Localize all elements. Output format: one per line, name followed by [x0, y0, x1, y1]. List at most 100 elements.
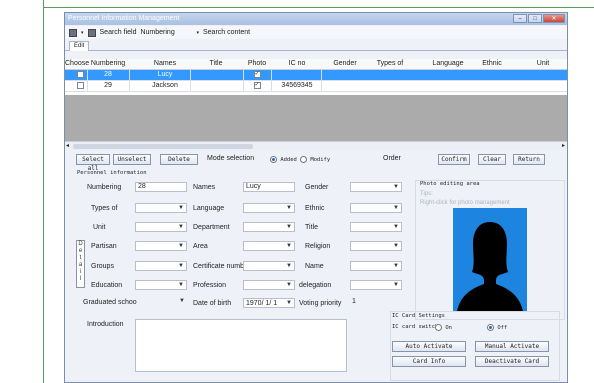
save-icon[interactable] — [87, 28, 96, 37]
photo-checkbox[interactable]: ✓ — [251, 70, 263, 80]
chevron-down-icon: ▼ — [178, 224, 184, 230]
ic-switch-on-radio[interactable]: On — [435, 324, 452, 331]
auto-activate-button[interactable]: Auto Activate — [392, 341, 466, 352]
col-numbering[interactable]: Numbering — [87, 59, 129, 69]
card-info-button[interactable]: Card Info — [392, 356, 466, 367]
tab-edit[interactable]: Edit — [69, 41, 90, 51]
introduction-textarea[interactable] — [135, 319, 347, 372]
manual-activate-button[interactable]: Manual Activate — [475, 341, 549, 352]
chevron-down-icon[interactable]: ▾ — [81, 30, 84, 36]
area-select[interactable]: ▼ — [243, 241, 295, 251]
mode-added-radio[interactable]: Added — [270, 156, 297, 163]
radio-icon[interactable] — [300, 156, 307, 163]
department-label: Department — [193, 224, 230, 231]
col-choose[interactable]: Choose — [65, 59, 89, 69]
col-unit[interactable]: Unit — [523, 59, 563, 69]
photo-area-title: Photo editing area — [420, 181, 480, 187]
horizontal-scrollbar[interactable]: ◂ ▸ — [65, 141, 567, 150]
minimize-button[interactable]: – — [513, 14, 527, 23]
col-names[interactable]: Names — [140, 59, 190, 69]
partisan-label: Partisan — [91, 243, 117, 250]
types-of-select[interactable]: ▼ — [135, 203, 187, 213]
col-ic-no[interactable]: IC no — [277, 59, 317, 69]
return-button[interactable]: Return — [513, 154, 545, 165]
mode-selection-label: Mode selection — [207, 155, 255, 162]
language-select[interactable]: ▼ — [243, 203, 295, 213]
grid-header: Choose Numbering Names Title Photo IC no… — [65, 59, 567, 70]
groups-select[interactable]: ▼ — [135, 261, 187, 271]
photo-tips: Tips: — [420, 191, 433, 197]
chevron-down-icon: ▼ — [286, 300, 292, 306]
search-field-select[interactable]: Numbering — [140, 29, 192, 36]
numbering-field[interactable]: 28 — [135, 182, 187, 192]
unit-select[interactable]: ▼ — [135, 222, 187, 232]
chevron-down-icon: ▼ — [178, 263, 184, 269]
gender-select[interactable]: ▼ — [350, 182, 402, 192]
row-checkbox[interactable] — [73, 70, 87, 80]
certificate-select[interactable]: ▼ — [243, 261, 295, 271]
unselect-button[interactable]: Unselect — [113, 154, 151, 165]
detail-side-tab[interactable]: Detail — [76, 240, 85, 288]
voting-priority-label: Voting priority — [299, 300, 342, 307]
table-row[interactable]: 29 Jackson ✓ 34569345 — [65, 81, 567, 92]
close-button[interactable]: ✕ — [543, 14, 565, 23]
ic-card-title: IC Card Settings — [392, 313, 445, 319]
chevron-down-icon[interactable]: ▾ — [196, 30, 199, 36]
photo-checkbox[interactable]: ✓ — [251, 81, 263, 91]
date-of-birth-picker[interactable]: 1970/ 1/ 1 ▼ — [243, 298, 295, 308]
name-select[interactable]: ▼ — [350, 261, 402, 271]
row-name: Lucy — [157, 71, 173, 78]
delete-button[interactable]: Delete — [160, 154, 198, 165]
mode-added-label: Added — [280, 157, 297, 163]
col-types-of[interactable]: Types of — [368, 59, 412, 69]
search-content-label: Search content — [203, 29, 251, 36]
row-name: Jackson — [152, 82, 178, 89]
window-titlebar: Personnel Information Management – □ ✕ — [65, 13, 567, 25]
chevron-down-icon: ▼ — [393, 243, 399, 249]
grid-icon[interactable] — [69, 28, 77, 37]
voting-priority-field[interactable]: 1 — [350, 298, 402, 308]
religion-select[interactable]: ▼ — [350, 241, 402, 251]
gender-label: Gender — [305, 184, 329, 191]
col-photo[interactable]: Photo — [243, 59, 271, 69]
select-all-button[interactable]: Select all — [76, 154, 110, 172]
radio-icon[interactable] — [435, 324, 442, 331]
col-gender[interactable]: Gender — [323, 59, 367, 69]
ic-switch-off-radio[interactable]: Off — [487, 324, 507, 331]
title-select[interactable]: ▼ — [350, 222, 402, 232]
col-title[interactable]: Title — [195, 59, 237, 69]
mode-modify-radio[interactable]: Modify — [300, 156, 330, 163]
delegation-select[interactable]: ▼ — [350, 280, 402, 290]
confirm-button[interactable]: Confirm — [438, 154, 470, 165]
profession-select[interactable]: ▼ — [243, 280, 295, 290]
scroll-right-icon[interactable]: ▸ — [562, 142, 565, 149]
ethnic-select[interactable]: ▼ — [350, 203, 402, 213]
tab-bar: Edit — [65, 40, 567, 51]
education-select[interactable]: ▼ — [135, 280, 187, 290]
names-field[interactable]: Lucy — [243, 182, 295, 192]
col-ethnic[interactable]: Ethnic — [467, 59, 517, 69]
partisan-select[interactable]: ▼ — [135, 241, 187, 251]
chevron-down-icon: ▼ — [286, 282, 292, 288]
section-title: Personnel information — [77, 170, 147, 176]
window-title: Personnel Information Management — [68, 15, 180, 22]
graduated-school-select[interactable]: ▼ — [135, 297, 187, 307]
department-select[interactable]: ▼ — [243, 222, 295, 232]
name-label: Name — [305, 263, 324, 270]
radio-icon[interactable] — [487, 324, 494, 331]
scroll-left-icon[interactable]: ◂ — [66, 142, 69, 149]
deactivate-card-button[interactable]: Deactivate Card — [475, 356, 549, 367]
clear-button[interactable]: Clear — [478, 154, 506, 165]
photo-hint: Right-click for photo management — [420, 200, 510, 206]
row-checkbox[interactable] — [73, 81, 87, 91]
radio-icon[interactable] — [270, 156, 277, 163]
chevron-down-icon: ▼ — [286, 205, 292, 211]
table-row[interactable]: 28 Lucy ✓ — [65, 70, 567, 81]
chevron-down-icon: ▼ — [178, 243, 184, 249]
maximize-button[interactable]: □ — [528, 14, 542, 23]
photo-placeholder[interactable] — [453, 208, 527, 311]
personnel-grid: Choose Numbering Names Title Photo IC no… — [65, 59, 567, 150]
chevron-down-icon: ▼ — [393, 263, 399, 269]
scrollbar-thumb[interactable] — [73, 144, 253, 149]
profession-label: Profession — [193, 282, 227, 289]
